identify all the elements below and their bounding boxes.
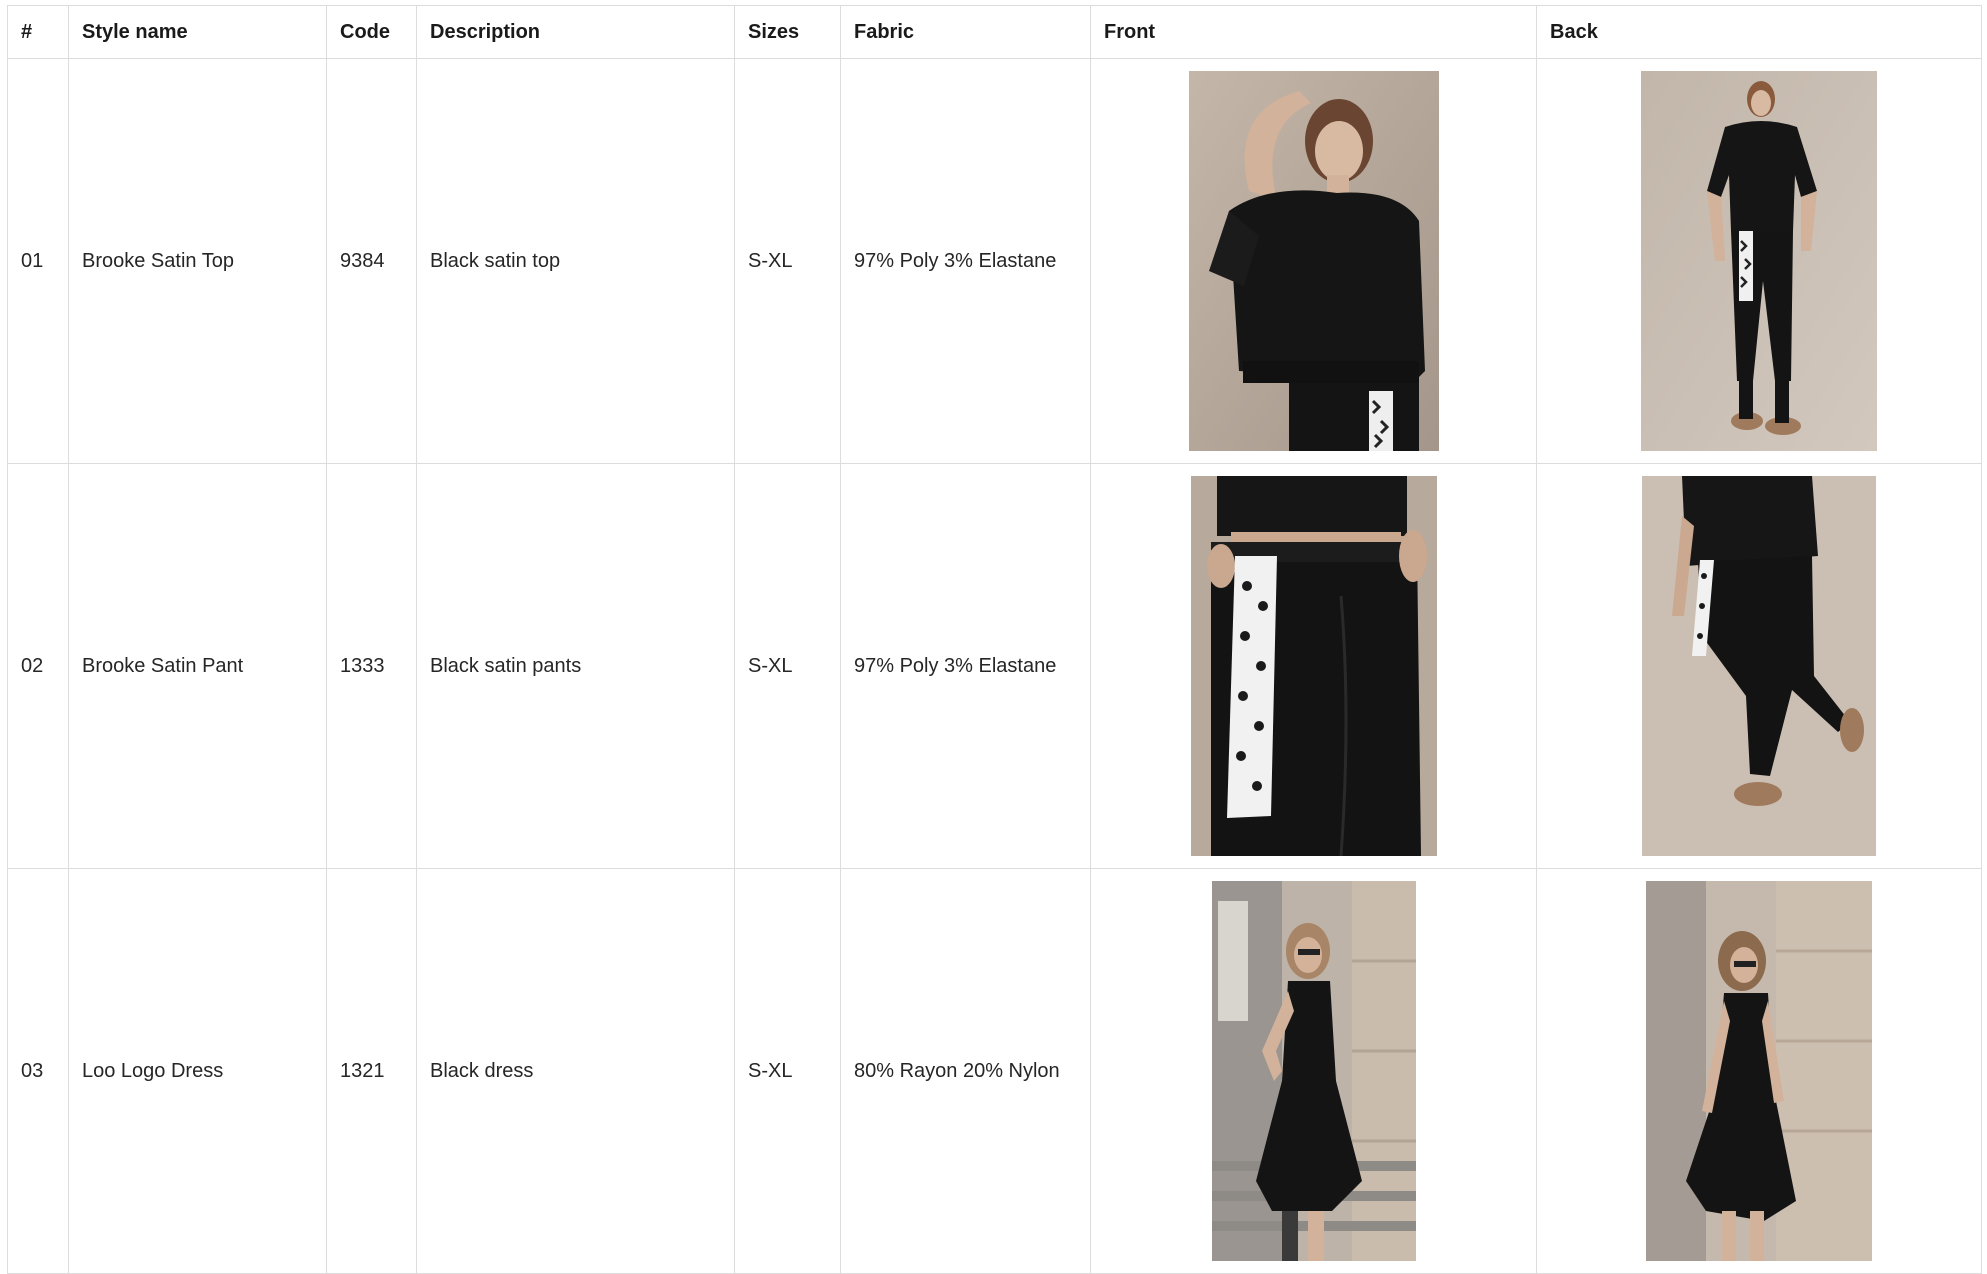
- header-num: #: [7, 5, 69, 59]
- model-black-satin-top-front-photo: [1188, 71, 1439, 451]
- style-description: Black satin top: [416, 58, 735, 464]
- back-image-cell: [1536, 58, 1982, 464]
- style-fabric: 97% Poly 3% Elastane: [840, 463, 1091, 869]
- header-style-name: Style name: [68, 5, 327, 59]
- front-image-cell: [1090, 58, 1537, 464]
- style-description: Black dress: [416, 868, 735, 1274]
- style-description: Black satin pants: [416, 463, 735, 869]
- front-image-cell: [1090, 868, 1537, 1274]
- style-sizes: S-XL: [734, 58, 841, 464]
- style-code: 9384: [326, 58, 417, 464]
- header-row: # Style name Code Description Sizes Fabr…: [7, 5, 1982, 59]
- style-code: 1333: [326, 463, 417, 869]
- table-row: 02 Brooke Satin Pant 1333 Black satin pa…: [7, 463, 1982, 869]
- style-name: Brooke Satin Pant: [68, 463, 327, 869]
- row-number: 01: [7, 58, 69, 464]
- style-fabric: 97% Poly 3% Elastane: [840, 58, 1091, 464]
- header-front: Front: [1090, 5, 1537, 59]
- front-image-cell: [1090, 463, 1537, 869]
- back-image-cell: [1536, 868, 1982, 1274]
- table-row: 03 Loo Logo Dress 1321 Black dress S-XL …: [7, 868, 1982, 1274]
- row-number: 02: [7, 463, 69, 869]
- header-code: Code: [326, 5, 417, 59]
- black-satin-pants-walking-photo: [1642, 476, 1876, 856]
- model-black-satin-top-full-length-photo: [1641, 71, 1877, 451]
- black-satin-pants-waist-closeup-photo: [1190, 476, 1437, 856]
- style-sizes: S-XL: [734, 463, 841, 869]
- style-table: # Style name Code Description Sizes Fabr…: [7, 5, 1982, 1274]
- header-back: Back: [1536, 5, 1982, 59]
- product-sheet: # Style name Code Description Sizes Fabr…: [7, 5, 1982, 1274]
- back-image-cell: [1536, 463, 1982, 869]
- style-name: Loo Logo Dress: [68, 868, 327, 1274]
- black-dress-on-steps-photo: [1211, 881, 1416, 1261]
- style-sizes: S-XL: [734, 868, 841, 1274]
- row-number: 03: [7, 868, 69, 1274]
- style-code: 1321: [326, 868, 417, 1274]
- style-name: Brooke Satin Top: [68, 58, 327, 464]
- style-fabric: 80% Rayon 20% Nylon: [840, 868, 1091, 1274]
- black-dress-walking-street-photo: [1646, 881, 1872, 1261]
- header-sizes: Sizes: [734, 5, 841, 59]
- header-description: Description: [416, 5, 735, 59]
- header-fabric: Fabric: [840, 5, 1091, 59]
- table-row: 01 Brooke Satin Top 9384 Black satin top…: [7, 58, 1982, 464]
